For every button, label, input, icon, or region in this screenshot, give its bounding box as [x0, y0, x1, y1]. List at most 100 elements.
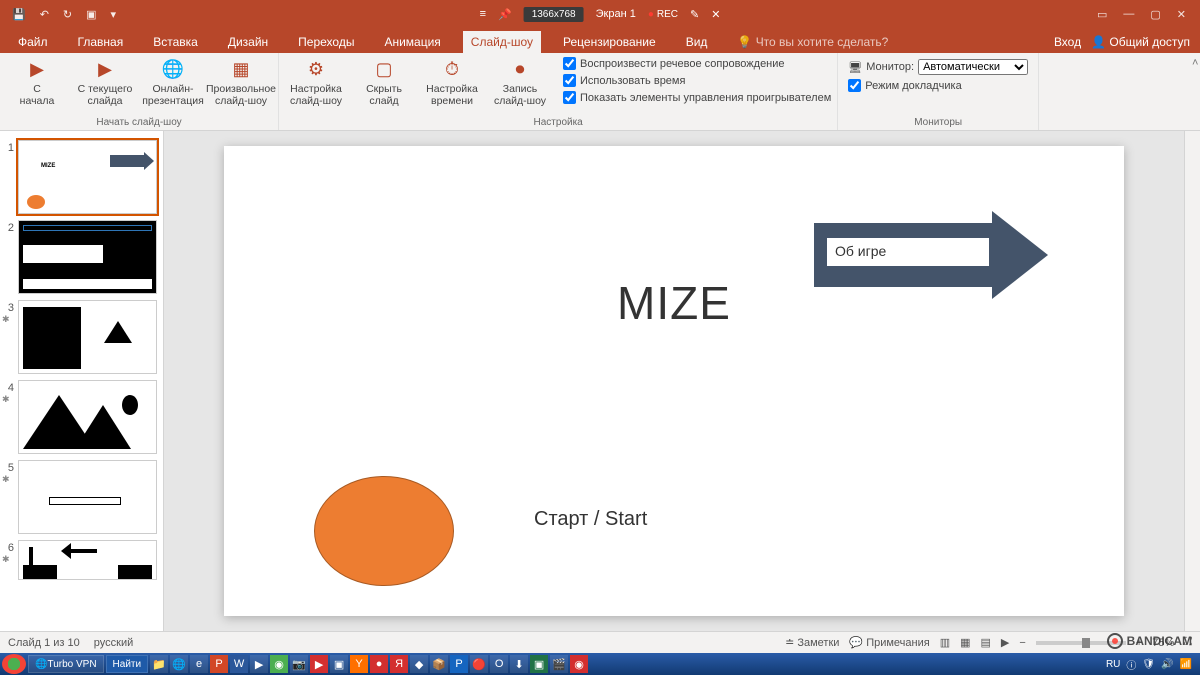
from-start-button[interactable]: ▶Сначала	[6, 55, 68, 107]
notes-button[interactable]: ≐ Заметки	[785, 636, 839, 649]
thumb-2[interactable]	[18, 220, 157, 294]
thumb-1[interactable]: MIZE	[18, 140, 157, 214]
tab-review[interactable]: Рецензирование	[555, 31, 664, 53]
draw-icon[interactable]: ✎	[690, 8, 699, 21]
task-icon[interactable]: 📷	[290, 655, 308, 673]
zoom-out-icon[interactable]: −	[1019, 637, 1025, 649]
tray-icon[interactable]: 📶	[1180, 659, 1192, 670]
menu-icon[interactable]: ≡	[480, 8, 486, 20]
normal-view-icon[interactable]: ▥	[940, 636, 950, 649]
slide-counter[interactable]: Слайд 1 из 10	[8, 637, 80, 649]
slide-canvas[interactable]: MIZE Об игре Старт / Start	[164, 131, 1184, 631]
rehearse-button[interactable]: ⏱Настройкавремени	[421, 55, 483, 107]
collapse-ribbon-icon[interactable]: ˄	[1184, 53, 1200, 73]
tray-lang[interactable]: RU	[1106, 659, 1120, 670]
more-icon[interactable]: ▾	[111, 8, 117, 21]
oval-shape[interactable]	[314, 476, 454, 586]
task-icon[interactable]: ▣	[530, 655, 548, 673]
ribbon-tabs: Файл Главная Вставка Дизайн Переходы Ани…	[0, 28, 1200, 53]
ribbon-options-icon[interactable]: ▭	[1097, 8, 1107, 21]
system-tray[interactable]: RU ⓘ 🛡 🔊 📶	[1106, 657, 1198, 672]
close-icon[interactable]: ✕	[1177, 8, 1186, 21]
slide-thumbnails[interactable]: 1 MIZE 2 3✱ 4✱ 5✱ 6✱	[0, 131, 164, 631]
thumb-4[interactable]	[18, 380, 157, 454]
status-bar: Слайд 1 из 10 русский ≐ Заметки 💬 Примеч…	[0, 631, 1200, 653]
task-icon[interactable]: Я	[390, 655, 408, 673]
start-button[interactable]	[2, 654, 26, 674]
task-icon[interactable]: ▶	[250, 655, 268, 673]
tab-animation[interactable]: Анимация	[376, 31, 448, 53]
chk-timings[interactable]: Использовать время	[563, 72, 831, 89]
sorter-view-icon[interactable]: ▦	[960, 636, 970, 649]
tray-icon[interactable]: ⓘ	[1126, 657, 1136, 672]
tray-icon[interactable]: 🔊	[1161, 659, 1173, 670]
from-current-button[interactable]: ▶С текущегослайда	[74, 55, 136, 107]
rec-indicator[interactable]: REC	[648, 9, 678, 20]
monitor-icon: 🖥	[848, 61, 862, 74]
task-icon[interactable]: 🎬	[550, 655, 568, 673]
taskbar-app-vpn[interactable]: 🌐 Turbo VPN	[28, 655, 104, 673]
tab-design[interactable]: Дизайн	[220, 31, 276, 53]
task-icon-bandicam[interactable]: ◉	[570, 655, 588, 673]
task-icon[interactable]: ⬇	[510, 655, 528, 673]
login-link[interactable]: Вход	[1054, 35, 1081, 49]
reading-view-icon[interactable]: ▤	[981, 636, 991, 649]
task-icon-powerpoint[interactable]: P	[210, 655, 228, 673]
vertical-scrollbar[interactable]	[1184, 131, 1200, 631]
task-icon[interactable]: ●	[370, 655, 388, 673]
record-slideshow-button[interactable]: ⏺Записьслайд-шоу	[489, 55, 551, 107]
maximize-icon[interactable]: ▢	[1150, 8, 1160, 21]
chk-controls[interactable]: Показать элементы управления проигрывате…	[563, 89, 831, 106]
task-icon[interactable]: ▣	[330, 655, 348, 673]
tab-view[interactable]: Вид	[678, 31, 716, 53]
tab-insert[interactable]: Вставка	[145, 31, 206, 53]
hide-slide-button[interactable]: ▢Скрытьслайд	[353, 55, 415, 107]
tab-home[interactable]: Главная	[70, 31, 132, 53]
task-icon[interactable]: O	[490, 655, 508, 673]
monitor-select[interactable]: Автоматически	[918, 59, 1028, 75]
minimize-icon[interactable]: —	[1123, 8, 1134, 21]
custom-slideshow-button[interactable]: ▦Произвольноеслайд-шоу	[210, 55, 272, 107]
task-icon[interactable]: Y	[350, 655, 368, 673]
task-icon-word[interactable]: W	[230, 655, 248, 673]
tell-me[interactable]: 💡 Что вы хотите сделать?	[729, 31, 896, 53]
task-icon[interactable]: e	[190, 655, 208, 673]
task-icon[interactable]: 🌐	[170, 655, 188, 673]
task-icon[interactable]: ▶	[310, 655, 328, 673]
redo-icon[interactable]: ↻	[63, 8, 72, 21]
task-icon[interactable]: 📁	[150, 655, 168, 673]
setup-slideshow-button[interactable]: ⚙Настройкаслайд-шоу	[285, 55, 347, 107]
close-rec-icon[interactable]: ✕	[711, 8, 720, 21]
thumb-num: 5	[2, 460, 14, 474]
chk-presenter-view[interactable]: Режим докладчика	[848, 77, 1028, 94]
share-button[interactable]: 👤 Общий доступ	[1091, 35, 1190, 49]
pin-icon[interactable]: 📌	[498, 8, 512, 21]
language-status[interactable]: русский	[94, 637, 133, 649]
tab-transitions[interactable]: Переходы	[290, 31, 362, 53]
task-icon[interactable]: 📦	[430, 655, 448, 673]
slide[interactable]: MIZE Об игре Старт / Start	[224, 146, 1124, 616]
group-monitors: Мониторы	[844, 115, 1032, 130]
tab-slideshow[interactable]: Слайд-шоу	[463, 31, 541, 53]
taskbar-search[interactable]: Найти	[106, 655, 149, 673]
task-icon[interactable]: ◆	[410, 655, 428, 673]
slideshow-view-icon[interactable]: ▶	[1001, 636, 1009, 649]
chk-narration[interactable]: Воспроизвести речевое сопровождение	[563, 55, 831, 72]
arrow-text[interactable]: Об игре	[826, 237, 990, 267]
comments-button[interactable]: 💬 Примечания	[849, 636, 929, 649]
tray-icon[interactable]: 🛡	[1142, 659, 1155, 670]
task-icon[interactable]: 🔴	[470, 655, 488, 673]
arrow-shape[interactable]: Об игре	[814, 211, 1064, 301]
task-icon[interactable]: P	[450, 655, 468, 673]
start-icon[interactable]: ▣	[86, 8, 96, 21]
tab-file[interactable]: Файл	[10, 31, 56, 53]
thumb-5[interactable]	[18, 460, 157, 534]
online-presentation-button[interactable]: 🌐Онлайн-презентация	[142, 55, 204, 107]
save-icon[interactable]: 💾	[12, 8, 26, 21]
start-text[interactable]: Старт / Start	[534, 508, 647, 531]
task-icon-chrome[interactable]: ◉	[270, 655, 288, 673]
taskbar[interactable]: 🌐 Turbo VPN Найти 📁 🌐 e P W ▶ ◉ 📷 ▶ ▣ Y …	[0, 653, 1200, 675]
thumb-6[interactable]	[18, 540, 157, 580]
undo-icon[interactable]: ↶	[40, 8, 49, 21]
thumb-3[interactable]	[18, 300, 157, 374]
